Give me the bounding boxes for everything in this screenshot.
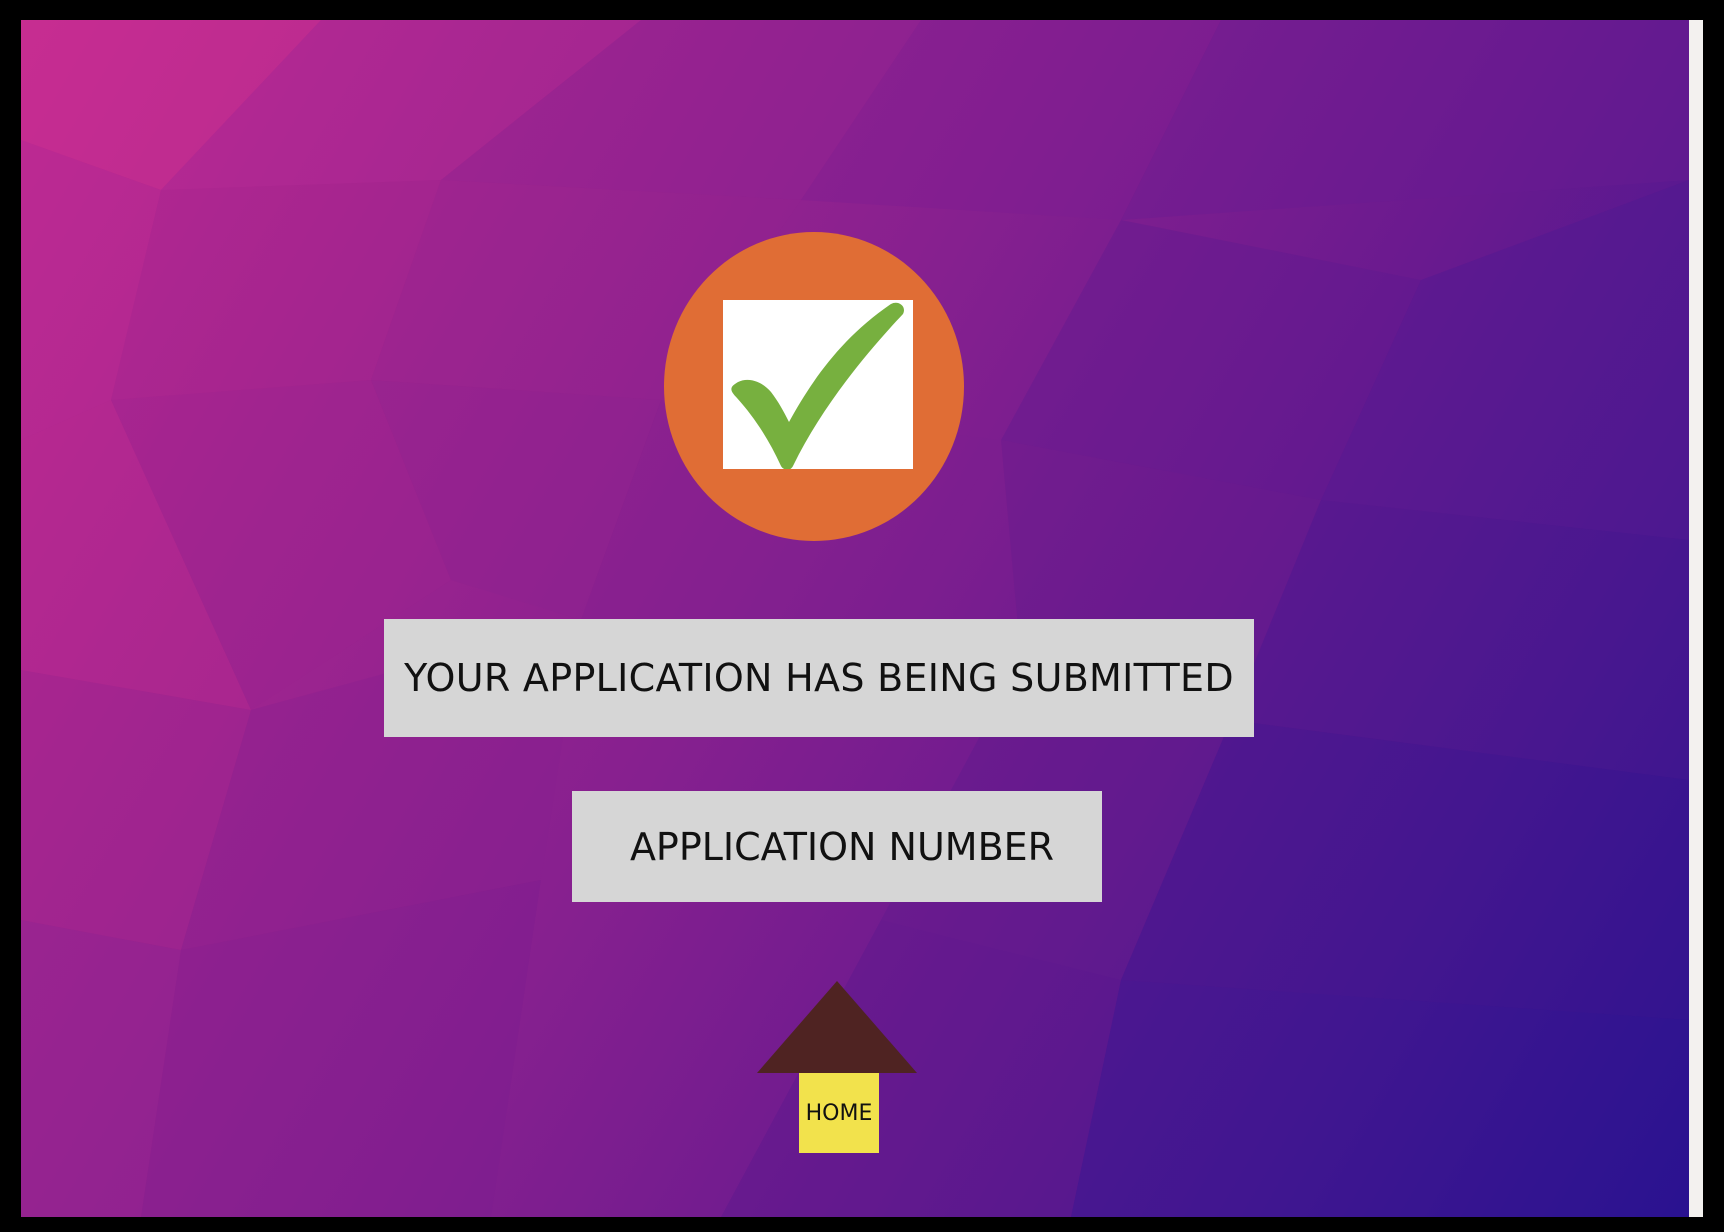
success-badge bbox=[664, 232, 964, 541]
home-button[interactable]: HOME bbox=[799, 1073, 879, 1153]
checkbox-frame bbox=[723, 300, 913, 469]
submission-message-text: YOUR APPLICATION HAS BEING SUBMITTED bbox=[404, 656, 1234, 700]
home-arrow-button[interactable]: HOME bbox=[757, 981, 917, 1176]
scrollbar-track[interactable] bbox=[1689, 20, 1703, 1217]
confirmation-page: YOUR APPLICATION HAS BEING SUBMITTED APP… bbox=[21, 20, 1689, 1217]
application-number-field: APPLICATION NUMBER bbox=[572, 791, 1102, 902]
checkmark-icon bbox=[731, 302, 904, 469]
up-arrow-icon[interactable] bbox=[757, 981, 917, 1073]
submission-message: YOUR APPLICATION HAS BEING SUBMITTED bbox=[384, 619, 1254, 737]
application-number-label: APPLICATION NUMBER bbox=[629, 824, 1055, 869]
home-button-label: HOME bbox=[805, 1100, 873, 1126]
